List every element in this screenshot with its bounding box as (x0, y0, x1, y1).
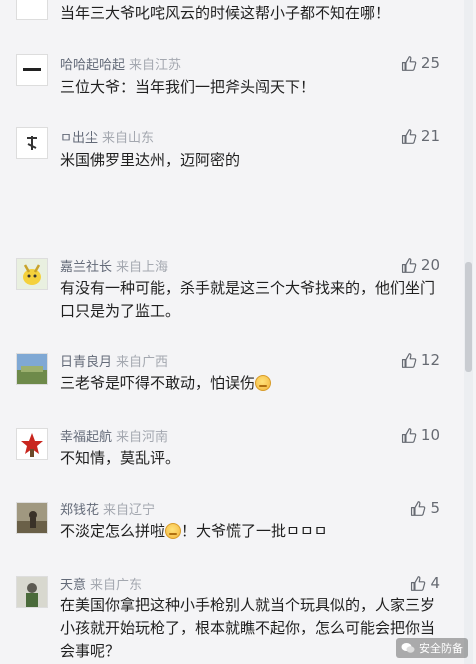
author-name: 嘉兰社长 (60, 260, 113, 275)
comment-body: 三老爷是吓得不敢动，怕误伤 (60, 372, 440, 395)
thumbs-up-icon (401, 128, 417, 144)
like-count: 4 (430, 574, 440, 592)
like-button[interactable]: 4 (409, 574, 440, 592)
like-count: 10 (420, 426, 440, 444)
wechat-icon (401, 643, 415, 653)
author-name: 郑钱花 (60, 503, 100, 518)
author-location: 来自广西 (116, 355, 169, 370)
comment-author[interactable]: 郑钱花 来自辽宁 (60, 499, 155, 518)
avatar[interactable] (16, 353, 48, 385)
author-name: 天意 (60, 578, 87, 593)
like-count: 21 (420, 127, 440, 145)
like-count: 12 (420, 351, 440, 369)
comment-text: 在美国你拿把这种小手枪别人就当个玩具似的，人家三岁小孩就开始玩枪了，根本就瞧不起… (60, 596, 436, 660)
avatar[interactable] (16, 576, 48, 608)
comment-text-part: 不淡定怎么拼啦 (60, 522, 166, 540)
thumbs-up-icon (401, 257, 417, 273)
thumbs-up-icon (401, 352, 417, 368)
comment-author[interactable]: ㅁ出尘 来自山东 (60, 127, 154, 146)
thumbs-up-icon (401, 427, 417, 443)
avatar[interactable] (16, 258, 48, 290)
comment-author[interactable]: 天意 来自广东 (60, 574, 142, 593)
scrollbar[interactable] (464, 0, 473, 664)
watermark: 安全防备 (396, 638, 468, 658)
avatar[interactable] (16, 428, 48, 460)
facepalm-emoji-icon (165, 523, 182, 539)
author-location: 来自江苏 (129, 58, 182, 73)
avatar[interactable] (16, 54, 48, 86)
comment-text: 三位大爷：当年我们一把斧头闯天下！ (60, 78, 316, 96)
author-location: 来自河南 (116, 430, 169, 445)
like-button[interactable]: 21 (400, 127, 440, 145)
comment-text: 米国佛罗里达州，迈阿密的 (60, 151, 241, 169)
comment-text: 有没有一种可能，杀手就是这三个大爷找来的，他们坐门口只是为了监工。 (60, 279, 436, 320)
comment-author[interactable]: 幸福起航 来自河南 (60, 426, 168, 445)
comment-author[interactable]: 嘉兰社长 来自上海 (60, 256, 168, 275)
thumbs-up-icon (411, 500, 426, 516)
thumbs-up-icon (411, 575, 426, 591)
like-button[interactable]: 5 (409, 499, 440, 517)
comment-author[interactable]: 哈哈起哈起 来自江苏 (60, 54, 181, 73)
author-location: 来自辽宁 (103, 503, 156, 518)
author-name: 哈哈起哈起 (60, 58, 126, 73)
comment-body: 不淡定怎么拼啦 ！大爷慌了一批ㅁㅁㅁ (60, 520, 440, 543)
facepalm-emoji-icon (255, 375, 272, 391)
like-count: 20 (420, 256, 440, 274)
author-location: 来自广东 (90, 578, 143, 593)
watermark-text: 安全防备 (419, 642, 463, 655)
author-location: 来自山东 (101, 131, 154, 146)
author-location: 来自上海 (116, 260, 169, 275)
author-name: 幸福起航 (60, 430, 113, 445)
avatar[interactable] (16, 127, 48, 159)
like-button[interactable]: 20 (400, 256, 440, 274)
scrollbar-thumb[interactable] (465, 262, 472, 372)
comment-author[interactable]: 日青良月 来自广西 (60, 351, 168, 370)
comment-text: 不知情，莫乱评。 (60, 449, 181, 467)
comment-text: 三老爷是吓得不敢动，怕误伤 (60, 374, 256, 392)
like-button[interactable]: 12 (400, 351, 440, 369)
avatar[interactable] (16, 502, 48, 534)
avatar[interactable] (16, 0, 48, 20)
like-button[interactable]: 10 (400, 426, 440, 444)
like-button[interactable]: 25 (400, 54, 440, 72)
author-name: 日青良月 (60, 355, 113, 370)
thumbs-up-icon (401, 55, 417, 71)
comment-text-part: ！大爷慌了一批ㅁㅁㅁ (181, 522, 328, 540)
like-count: 5 (430, 499, 440, 517)
author-name: ㅁ出尘 (60, 131, 98, 146)
like-count: 25 (420, 54, 440, 72)
comment-text: 当年三大爷叱咤风云的时候这帮小子都不知在哪！ (60, 4, 391, 22)
